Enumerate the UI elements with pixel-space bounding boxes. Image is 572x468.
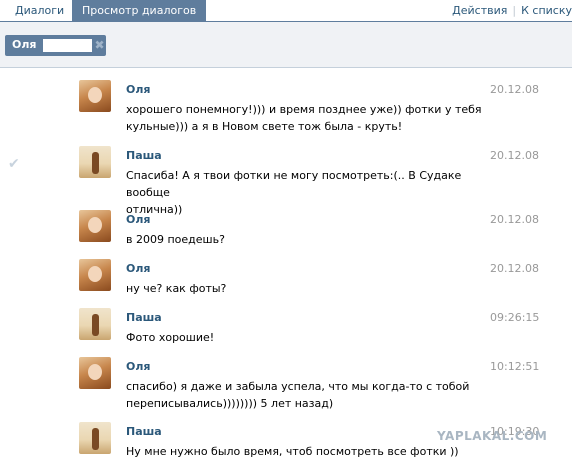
message-line: спасибо) я даже и забыла успела, что мы … (126, 380, 470, 393)
message-line: отлична)) (126, 203, 183, 216)
avatar[interactable] (79, 80, 111, 112)
message-line: переписывались)))))))) 5 лет назад) (126, 397, 334, 410)
message-date: 10:12:51 (490, 360, 540, 373)
message-author[interactable]: Паша (126, 149, 162, 162)
actions-bar: Действия | К списку (452, 0, 572, 22)
message-text: Фото хорошие! (126, 329, 486, 346)
filter-bar: Оля ✖ (0, 22, 572, 68)
avatar[interactable] (79, 422, 111, 454)
message-text: хорошего понемногу!))) и время позднее у… (126, 101, 486, 135)
message-date: 20.12.08 (490, 83, 539, 96)
tab-dialogs[interactable]: Диалоги (6, 0, 73, 22)
close-icon[interactable]: ✖ (94, 37, 105, 53)
back-to-list-link[interactable]: К списку (521, 4, 572, 17)
recipient-chip[interactable]: Оля ✖ (5, 35, 106, 56)
message-author[interactable]: Оля (126, 262, 150, 275)
message-author[interactable]: Паша (126, 311, 162, 324)
message-date: 09:26:15 (490, 311, 540, 324)
message-line: Ну мне нужно было время, чтоб посмотреть… (126, 445, 459, 458)
message-text: спасибо) я даже и забыла успела, что мы … (126, 378, 486, 412)
message-line: Фото хорошие! (126, 331, 215, 344)
recipient-chip-name: Оля (12, 38, 37, 51)
avatar[interactable] (79, 308, 111, 340)
message-date: 20.12.08 (490, 213, 539, 226)
avatar[interactable] (79, 210, 111, 242)
message-line: в 2009 поедешь? (126, 233, 225, 246)
message-author[interactable]: Оля (126, 360, 150, 373)
message-text: в 2009 поедешь? (126, 231, 486, 248)
message-date: 20.12.08 (490, 149, 539, 162)
message-text: Спасиба! А я твои фотки не могу посмотре… (126, 167, 486, 218)
message-line: хорошего понемногу!))) и время позднее у… (126, 103, 482, 116)
actions-link[interactable]: Действия (452, 4, 507, 17)
avatar[interactable] (79, 259, 111, 291)
checkmark-icon: ✔ (8, 156, 20, 172)
avatar[interactable] (79, 146, 111, 178)
tab-view-dialogs[interactable]: Просмотр диалогов (72, 0, 207, 22)
message-line: кульные))) а я в Новом свете тож была - … (126, 120, 403, 133)
message-line: Спасиба! А я твои фотки не могу посмотре… (126, 169, 462, 199)
message-line: ну че? как фоты? (126, 282, 227, 295)
recipient-name-field (43, 39, 92, 52)
avatar[interactable] (79, 357, 111, 389)
top-tab-bar: Диалоги Просмотр диалогов Действия | К спи… (0, 0, 572, 22)
watermark: YAPLAKAL.COM (437, 429, 548, 443)
message-text: Ну мне нужно было время, чтоб посмотреть… (126, 443, 486, 460)
message-author[interactable]: Оля (126, 83, 150, 96)
message-text: ну че? как фоты? (126, 280, 486, 297)
message-author[interactable]: Паша (126, 425, 162, 438)
actions-separator: | (512, 4, 517, 17)
message-author[interactable]: Оля (126, 213, 150, 226)
message-date: 20.12.08 (490, 262, 539, 275)
